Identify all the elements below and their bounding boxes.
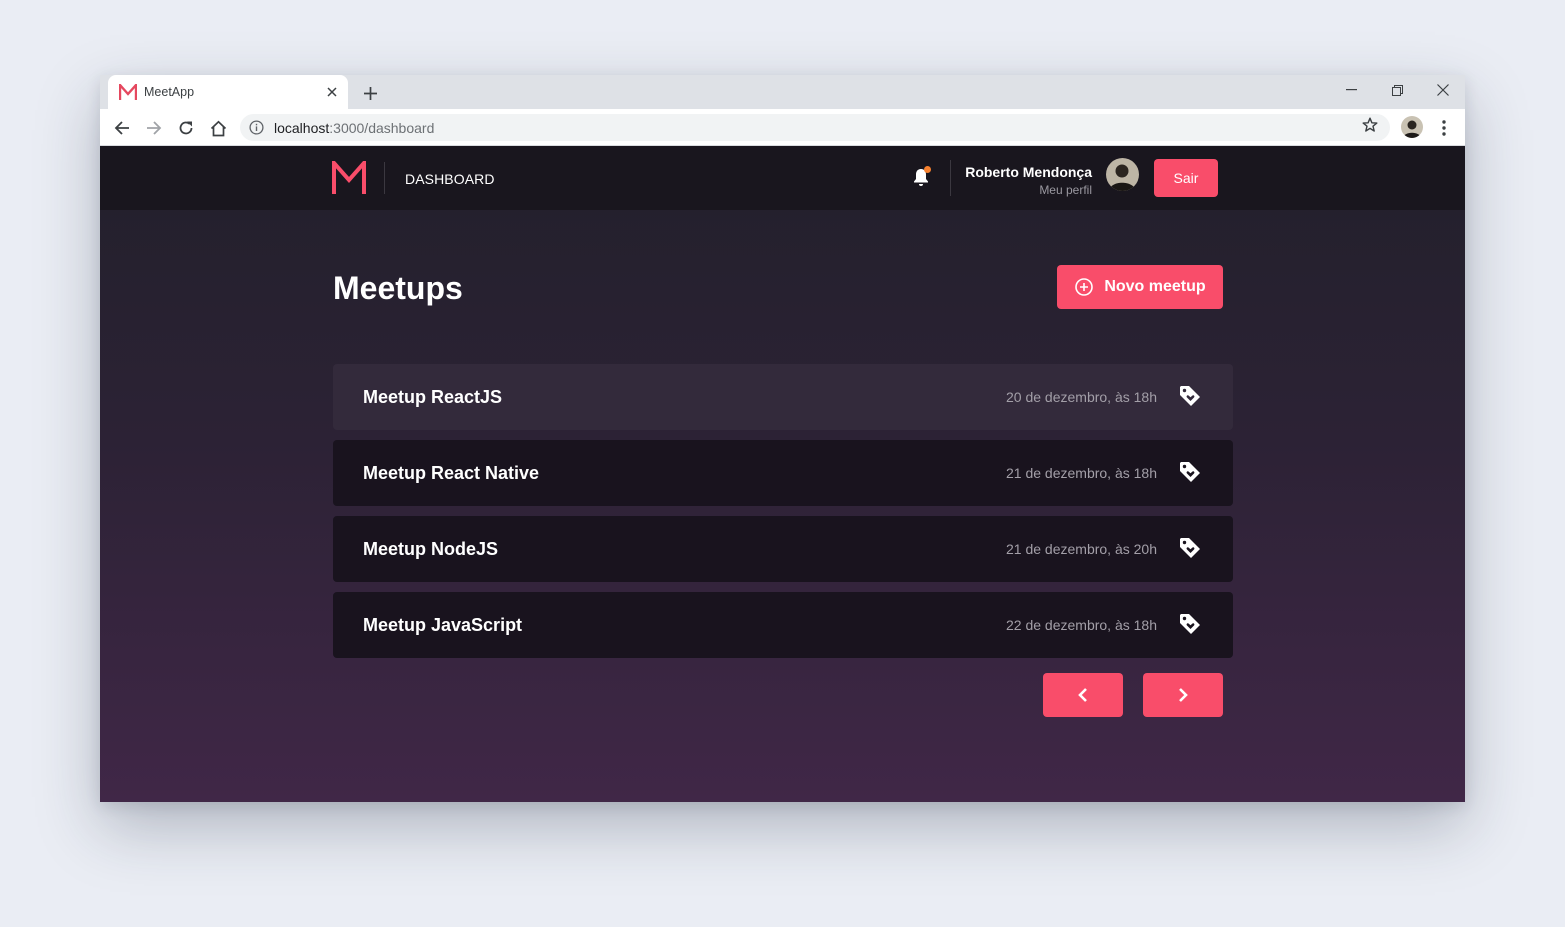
window-close-icon[interactable]: [1420, 75, 1465, 105]
meetup-card[interactable]: Meetup React Native 21 de dezembro, às 1…: [333, 440, 1233, 506]
address-bar[interactable]: localhost:3000/dashboard: [240, 114, 1390, 141]
meetup-title: Meetup React Native: [363, 463, 540, 483]
notification-badge: [924, 166, 931, 173]
tab-strip: MeetApp: [100, 75, 1465, 109]
new-tab-icon[interactable]: [359, 82, 381, 104]
url-host: localhost: [274, 120, 330, 136]
restore-icon[interactable]: [1374, 75, 1420, 105]
logout-button[interactable]: Sair: [1154, 159, 1218, 197]
minimize-icon[interactable]: [1328, 75, 1374, 105]
meetup-list: Meetup ReactJS 20 de dezembro, às 18h Me…: [333, 364, 1233, 668]
browser-toolbar: localhost:3000/dashboard: [100, 109, 1465, 146]
add-circle-icon: [1075, 278, 1094, 296]
header-divider: [950, 160, 951, 196]
tag-heart-icon[interactable]: [1178, 612, 1202, 636]
forward-arrow-icon[interactable]: [142, 116, 166, 140]
meetup-card[interactable]: Meetup ReactJS 20 de dezembro, às 18h: [333, 364, 1233, 430]
meetup-card[interactable]: Meetup JavaScript 22 de dezembro, às 18h: [333, 592, 1233, 658]
url-text[interactable]: localhost:3000/dashboard: [274, 120, 434, 136]
meetup-title: Meetup ReactJS: [363, 387, 503, 407]
user-avatar[interactable]: [1106, 158, 1139, 191]
browser-profile-avatar[interactable]: [1401, 116, 1423, 138]
page-title: Meetups: [333, 270, 463, 306]
meetup-date: 21 de dezembro, às 18h: [1006, 465, 1157, 481]
tab-close-icon[interactable]: [324, 84, 340, 100]
meetup-title: Meetup NodeJS: [363, 539, 499, 559]
bookmark-star-icon[interactable]: [1362, 117, 1378, 133]
tag-heart-icon[interactable]: [1178, 460, 1202, 484]
next-page-button[interactable]: [1143, 673, 1223, 717]
meetup-title: Meetup JavaScript: [363, 615, 523, 635]
tag-heart-icon[interactable]: [1178, 536, 1202, 560]
new-meetup-label: Novo meetup: [1104, 278, 1206, 295]
tag-heart-icon[interactable]: [1178, 384, 1202, 408]
profile-link[interactable]: Meu perfil: [1039, 183, 1092, 197]
back-arrow-icon[interactable]: [110, 116, 134, 140]
home-icon[interactable]: [206, 116, 230, 140]
tab-title: MeetApp: [144, 85, 195, 99]
url-path: :3000/dashboard: [329, 120, 435, 136]
user-name: Roberto Mendonça: [965, 164, 1092, 180]
browser-window: MeetApp localhost:3000/dashboard DASHBOA…: [100, 75, 1465, 802]
previous-page-button[interactable]: [1043, 673, 1123, 717]
meetapp-page: DASHBOARD Roberto Mendonça Meu perfil Sa…: [100, 146, 1465, 802]
meetup-date: 22 de dezembro, às 18h: [1006, 617, 1157, 633]
chevron-left-icon: [1078, 688, 1087, 702]
browser-menu-icon[interactable]: [1436, 117, 1452, 139]
new-meetup-button[interactable]: Novo meetup: [1057, 265, 1223, 309]
meetup-date: 20 de dezembro, às 18h: [1006, 389, 1157, 405]
meetup-card[interactable]: Meetup NodeJS 21 de dezembro, às 20h: [333, 516, 1233, 582]
meetapp-favicon-icon: [119, 84, 137, 100]
meetup-date: 21 de dezembro, às 20h: [1006, 541, 1157, 557]
dashboard-nav-link[interactable]: DASHBOARD: [405, 171, 495, 187]
meetapp-logo-icon[interactable]: [332, 161, 366, 195]
browser-tab[interactable]: MeetApp: [108, 75, 348, 109]
app-header: DASHBOARD Roberto Mendonça Meu perfil Sa…: [100, 146, 1465, 210]
header-divider: [384, 162, 385, 194]
chevron-right-icon: [1179, 688, 1188, 702]
reload-icon[interactable]: [174, 116, 198, 140]
site-info-icon[interactable]: [249, 120, 264, 135]
